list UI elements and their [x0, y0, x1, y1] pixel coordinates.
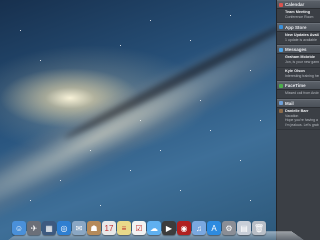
star: [150, 20, 151, 21]
nc-notification-mail[interactable]: Danielle Barr Vacation Hope you're having …: [277, 108, 320, 130]
nc-notification-calendar[interactable]: Team Meeting Conference Room: [277, 9, 320, 23]
nc-section-header-calendar[interactable]: Calendar: [277, 0, 320, 9]
star: [60, 180, 61, 181]
nc-notification-messages[interactable]: Kyle Olson Interesting training here: [277, 68, 320, 81]
star: [30, 200, 31, 201]
desktop-wallpaper: [0, 0, 320, 240]
star: [200, 100, 201, 101]
messages-dock-icon[interactable]: ☁: [147, 221, 161, 235]
star: [260, 120, 261, 121]
nc-section-title: Calendar: [285, 2, 305, 7]
star: [190, 40, 191, 41]
calendar-dock-icon[interactable]: 17: [102, 221, 116, 235]
nc-section-title: App Store: [285, 24, 307, 30]
star: [180, 190, 181, 191]
notification-subtitle: Jon, is your new game out: [285, 60, 319, 64]
star: [120, 45, 121, 46]
app-store-dock-icon[interactable]: A: [207, 221, 221, 235]
nc-section-header-facetime[interactable]: FaceTime: [277, 81, 320, 90]
star: [160, 150, 161, 151]
mail-dock-icon[interactable]: ✉: [72, 221, 86, 235]
nc-notification-app_store[interactable]: New Updates Available1 update is availab…: [277, 32, 320, 45]
notification-subtitle: Interesting training here: [285, 73, 319, 78]
reminders-icon[interactable]: ☑: [132, 221, 146, 235]
system-preferences-icon[interactable]: ⚙: [222, 221, 236, 235]
trash-icon[interactable]: 🗑: [252, 221, 266, 235]
mission-control-icon[interactable]: ▦: [42, 221, 56, 235]
facetime-icon: [279, 83, 283, 88]
dock-icons: ☺ ✈ ▦ ◎ ✉ ☗ 17 ≡ ☑ ☁ ▶ ◉ ♫ A ⚙ ▤ 🗑: [12, 221, 266, 235]
calendar-icon: [279, 2, 283, 7]
star: [140, 120, 141, 121]
star: [250, 70, 251, 71]
star: [20, 30, 21, 31]
facetime-dock-icon[interactable]: ▶: [162, 221, 176, 235]
contacts-icon[interactable]: ☗: [87, 221, 101, 235]
itunes-icon[interactable]: ♫: [192, 221, 206, 235]
dock: ☺ ✈ ▦ ◎ ✉ ☗ 17 ≡ ☑ ☁ ▶ ◉ ♫ A ⚙ ▤ 🗑: [8, 220, 304, 240]
launchpad-icon[interactable]: ✈: [27, 221, 41, 235]
notification-center: Calendar Team Meeting Conference Room App S…: [276, 0, 320, 240]
nc-section-header-mail[interactable]: Mail: [277, 98, 320, 108]
notes-icon[interactable]: ≡: [117, 221, 131, 235]
star: [240, 160, 241, 161]
documents-icon[interactable]: ▤: [237, 221, 251, 235]
nc-notification-facetime[interactable]: Missed call from Andrew: [277, 90, 320, 99]
nc-section-title: Messages: [285, 47, 307, 52]
nc-section-title: FaceTime: [285, 83, 306, 88]
messages-icon: [279, 47, 283, 52]
notification-subtitle: 1 update is available: [285, 37, 317, 42]
nc-section-header-app_store[interactable]: App Store: [277, 22, 320, 32]
notification-extra: Hope you're having a great time!: [285, 118, 319, 122]
mail-icon: [279, 101, 283, 105]
nc-notification-messages[interactable]: Graham McbrideJon, is your new game out: [277, 54, 320, 68]
notification-subtitle: Missed call from Andrew: [285, 91, 319, 95]
star: [40, 60, 41, 61]
nc-section-header-messages[interactable]: Messages: [277, 45, 320, 54]
star: [130, 170, 131, 171]
star: [230, 15, 231, 16]
safari-icon[interactable]: ◎: [57, 221, 71, 235]
star: [210, 130, 211, 131]
app-store-icon: [279, 25, 283, 29]
notification-extra2: I'm jealous. Let's grab lunch: [285, 122, 319, 127]
star: [90, 150, 91, 151]
finder-icon[interactable]: ☺: [12, 221, 26, 235]
photo-booth-icon[interactable]: ◉: [177, 221, 191, 235]
notification-title: New Updates Available: [285, 32, 319, 37]
star: [100, 205, 101, 206]
sender-avatar: [279, 108, 283, 113]
star: [250, 200, 251, 201]
nc-section-title: Mail: [285, 100, 294, 106]
notification-subtitle: Conference Room: [285, 15, 314, 19]
